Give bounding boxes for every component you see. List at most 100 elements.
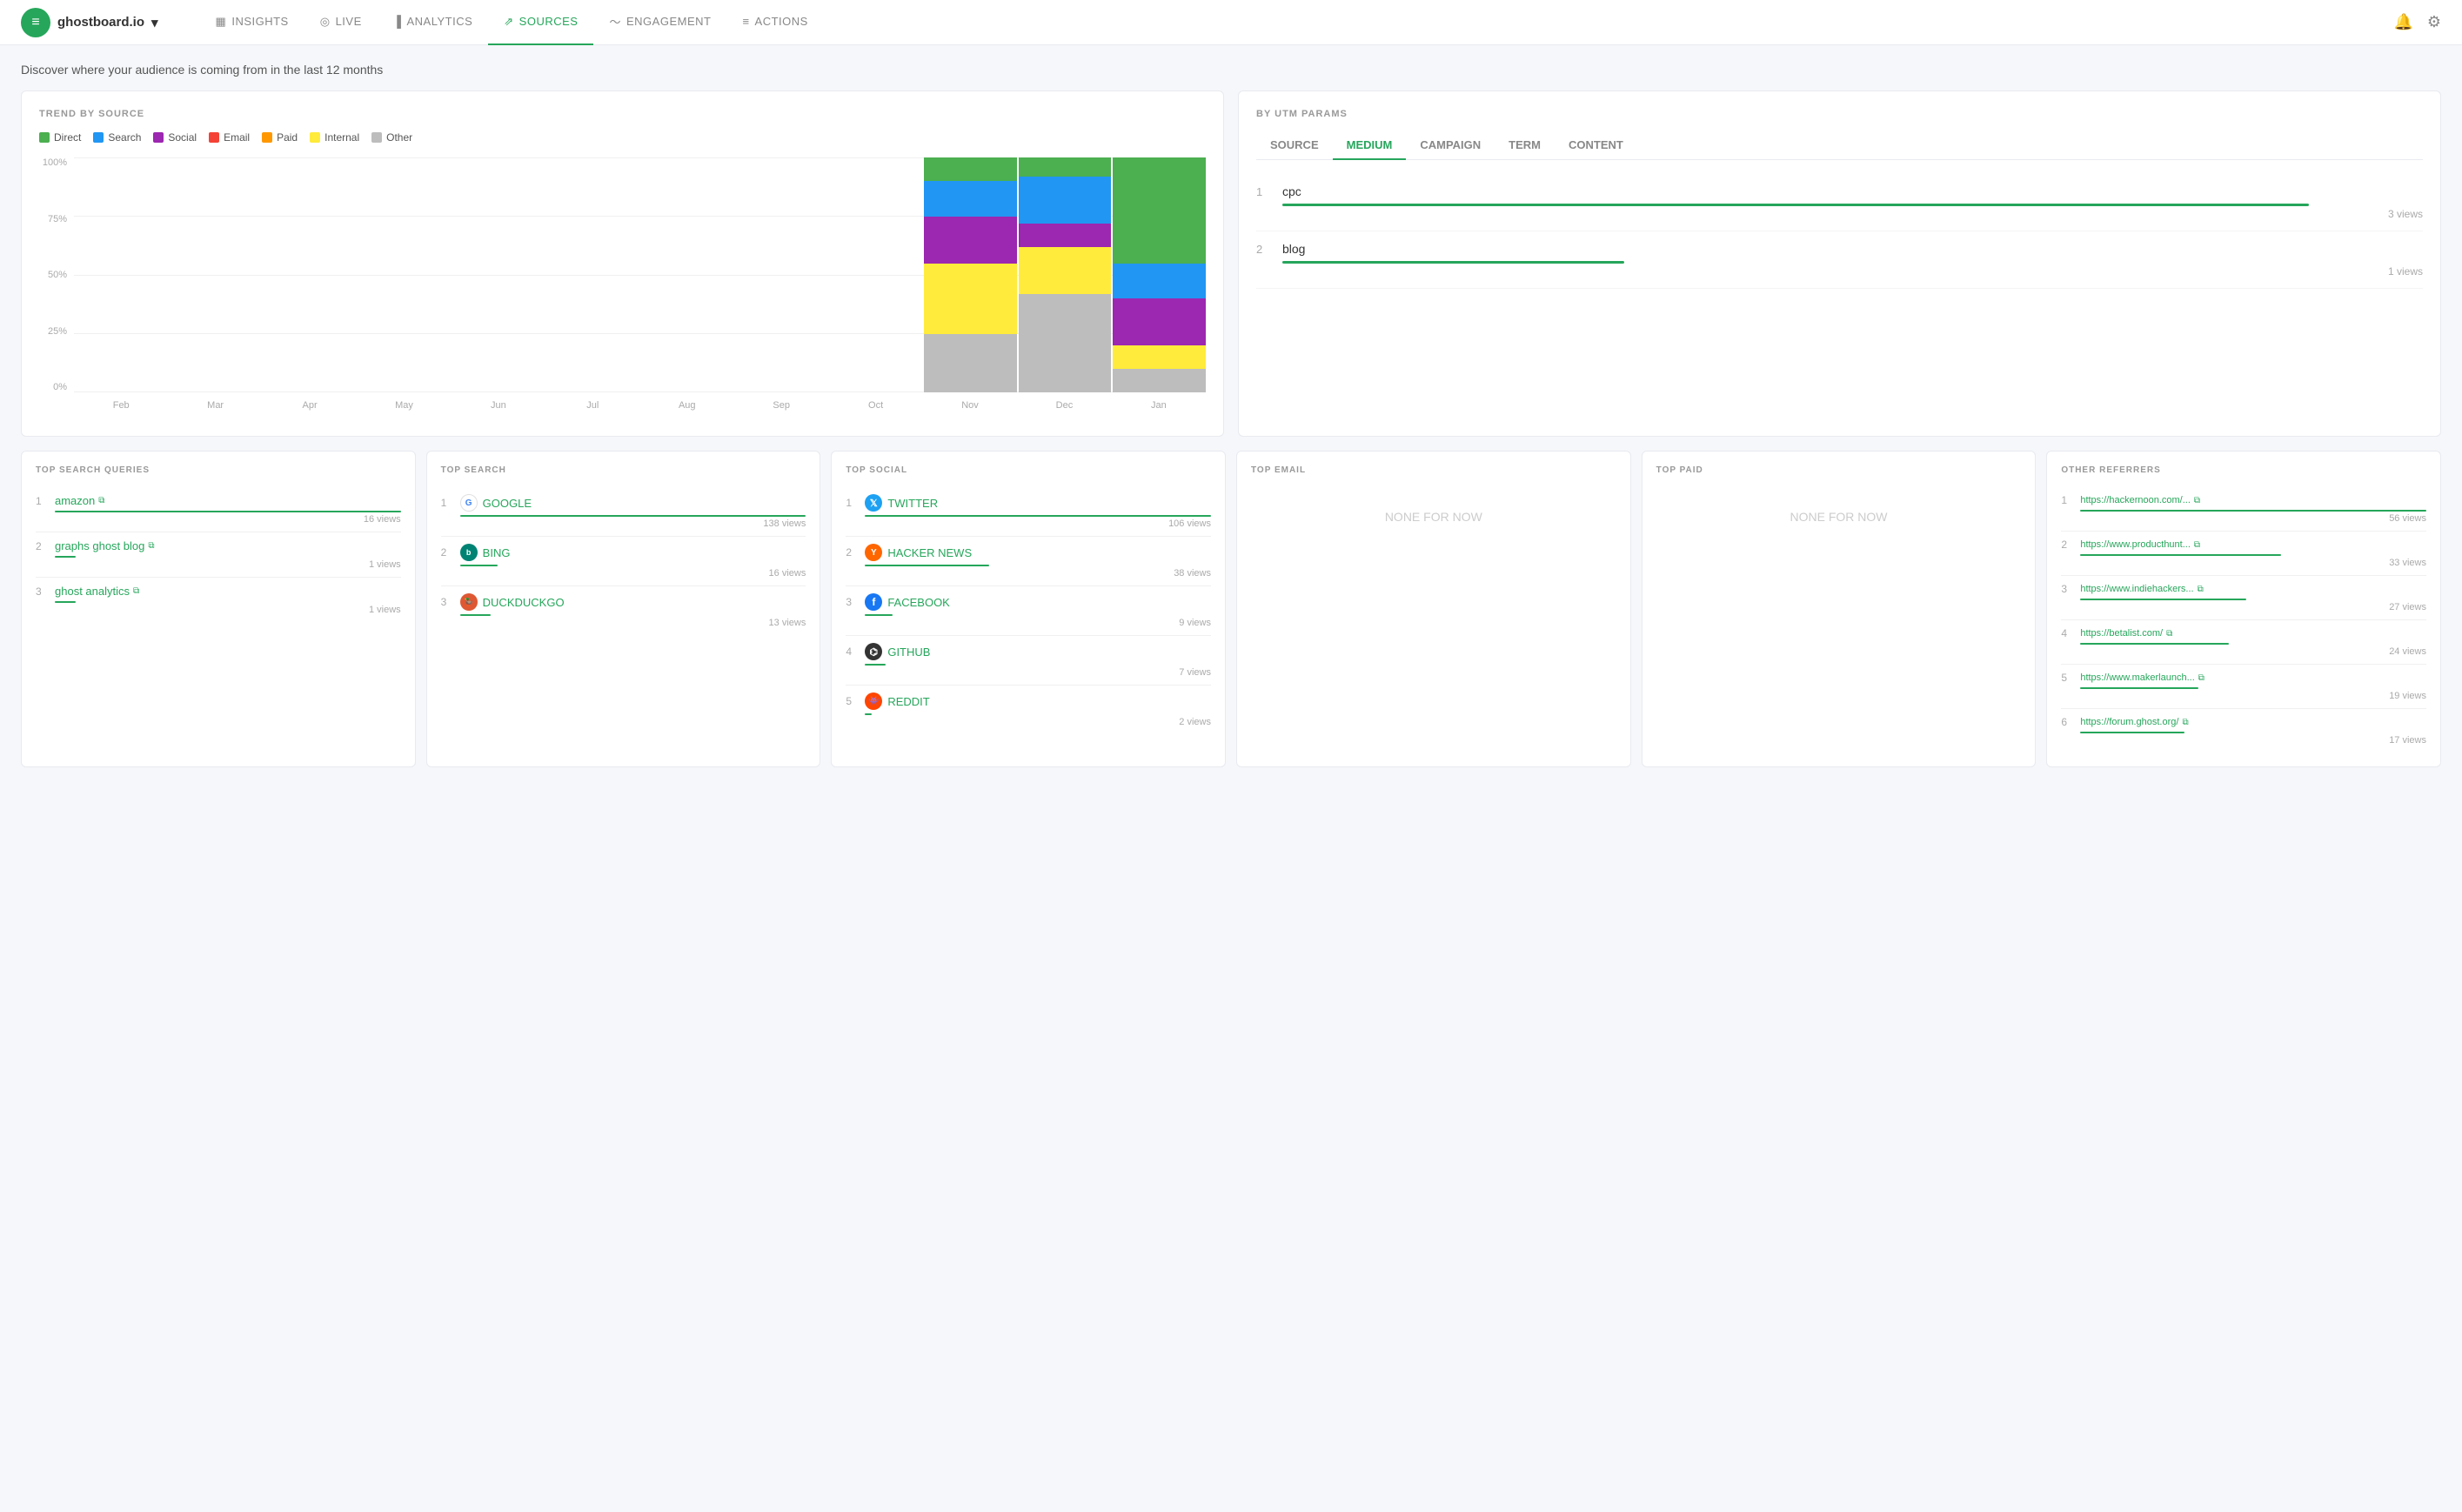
list-item: 6 https://forum.ghost.org/ ⧉ 17 views: [2061, 709, 2426, 753]
item-bar: [460, 515, 806, 517]
legend-item-search: Search: [93, 131, 141, 144]
chart-segment-internal: [1019, 247, 1112, 294]
external-link-icon[interactable]: ⧉: [2194, 496, 2200, 505]
external-link-icon[interactable]: ⧉: [133, 586, 139, 596]
item-bar: [2080, 554, 2281, 556]
notification-bell-icon[interactable]: 🔔: [2393, 13, 2412, 31]
brand[interactable]: ≡ ghostboard.io ▾: [21, 8, 158, 37]
list-item: 1 https://hackernoon.com/... ⧉ 56 views: [2061, 487, 2426, 532]
list-item-num: 2: [441, 546, 455, 559]
nav-item-actions[interactable]: ≡ ACTIONS: [726, 0, 823, 45]
list-item-views: 9 views: [865, 618, 1211, 628]
chart-col: [1019, 157, 1112, 392]
engagement-label: ENGAGEMENT: [626, 15, 711, 28]
list-item-label[interactable]: ghost analytics ⧉: [55, 585, 401, 598]
list-item-label[interactable]: amazon ⧉: [55, 494, 401, 507]
live-icon: ◎: [320, 15, 331, 29]
chart-segment-direct: [924, 157, 1017, 181]
page-subtitle: Discover where your audience is coming f…: [21, 63, 2441, 77]
brand-name: ghostboard.io: [57, 15, 144, 30]
list-item-label[interactable]: https://www.producthunt... ⧉: [2080, 539, 2426, 550]
list-item-num: 2: [846, 546, 860, 559]
nav-item-insights[interactable]: ▦ INSIGHTS: [200, 0, 304, 45]
x-label: Nov: [923, 400, 1017, 411]
reddit-icon: 👾: [865, 692, 882, 710]
list-item-label[interactable]: https://www.makerlaunch... ⧉: [2080, 672, 2426, 683]
y-label: 25%: [48, 326, 67, 337]
item-bar: [55, 556, 76, 558]
nav-item-live[interactable]: ◎ LIVE: [304, 0, 378, 45]
x-label: Aug: [640, 400, 734, 411]
utm-row-num: 1: [1256, 185, 1274, 198]
external-link-icon[interactable]: ⧉: [2198, 673, 2204, 683]
external-link-icon[interactable]: ⧉: [98, 496, 104, 505]
nav-item-engagement[interactable]: 〜 ENGAGEMENT: [593, 0, 726, 45]
list-item: 2 https://www.producthunt... ⧉ 33 views: [2061, 532, 2426, 576]
settings-gear-icon[interactable]: ⚙: [2427, 13, 2441, 31]
utm-row: 1 cpc 3 views: [1256, 174, 2423, 231]
list-item-views: 33 views: [2080, 558, 2426, 568]
legend: DirectSearchSocialEmailPaidInternalOther: [39, 131, 1206, 144]
list-item-label: HACKER NEWS: [887, 546, 1211, 559]
item-bar: [55, 511, 401, 512]
top-email-title: TOP EMAIL: [1251, 465, 1616, 475]
x-label: Feb: [74, 400, 168, 411]
list-item: 3 🦆 DUCKDUCKGO 13 views: [441, 586, 806, 635]
chart-segment-other: [1019, 294, 1112, 392]
trend-title: TREND BY SOURCE: [39, 109, 1206, 119]
legend-item-internal: Internal: [310, 131, 359, 144]
external-link-icon[interactable]: ⧉: [2198, 585, 2204, 594]
list-item-num: 2: [2061, 539, 2075, 551]
utm-tab-campaign[interactable]: CAMPAIGN: [1406, 131, 1495, 160]
external-link-icon[interactable]: ⧉: [2194, 540, 2200, 550]
list-item-views: 19 views: [2080, 691, 2426, 701]
top-social-title: TOP SOCIAL: [846, 465, 1211, 475]
nav-item-sources[interactable]: ⇗ SOURCES: [488, 0, 593, 45]
external-link-icon[interactable]: ⧉: [2182, 718, 2188, 727]
sources-icon: ⇗: [504, 15, 513, 29]
chart-segment-direct: [1019, 157, 1112, 177]
nav-right: 🔔 ⚙: [2393, 13, 2441, 31]
google-icon: G: [460, 494, 478, 512]
sources-label: SOURCES: [519, 15, 579, 28]
utm-tab-term[interactable]: TERM: [1495, 131, 1555, 160]
item-bar: [865, 614, 893, 616]
list-item-num: 5: [2061, 672, 2075, 684]
list-item-views: 106 views: [865, 518, 1211, 529]
legend-item-email: Email: [209, 131, 250, 144]
list-item-label[interactable]: graphs ghost blog ⧉: [55, 539, 401, 552]
utm-rows: 1 cpc 3 views 2 blog 1 views: [1256, 174, 2423, 289]
actions-label: ACTIONS: [755, 15, 808, 28]
list-item-label[interactable]: https://betalist.com/ ⧉: [2080, 628, 2426, 639]
list-item-views: 17 views: [2080, 735, 2426, 746]
list-item-num: 1: [846, 497, 860, 509]
legend-item-paid: Paid: [262, 131, 298, 144]
list-item-num: 6: [2061, 716, 2075, 728]
utm-tab-medium[interactable]: MEDIUM: [1333, 131, 1407, 160]
list-item: 2 Y HACKER NEWS 38 views: [846, 537, 1211, 586]
top-search-card: TOP SEARCH 1 G GOOGLE 138 views 2 b BING…: [426, 451, 821, 767]
list-item-label: BING: [483, 546, 806, 559]
x-label: Sep: [734, 400, 828, 411]
external-link-icon[interactable]: ⧉: [2166, 629, 2172, 639]
live-label: LIVE: [336, 15, 362, 28]
list-item-num: 1: [2061, 494, 2075, 506]
top-social-list: 1 𝕏 TWITTER 106 views 2 Y HACKER NEWS 38…: [846, 487, 1211, 734]
utm-tab-content[interactable]: CONTENT: [1555, 131, 1637, 160]
x-label: May: [357, 400, 451, 411]
list-item-label[interactable]: https://forum.ghost.org/ ⧉: [2080, 717, 2426, 727]
y-label: 75%: [48, 214, 67, 224]
list-item-num: 4: [2061, 627, 2075, 639]
list-item-label[interactable]: https://www.indiehackers... ⧉: [2080, 584, 2426, 594]
utm-row-label: blog: [1282, 242, 2423, 256]
list-item: 5 👾 REDDIT 2 views: [846, 686, 1211, 734]
utm-tab-source[interactable]: SOURCE: [1256, 131, 1333, 160]
external-link-icon[interactable]: ⧉: [148, 541, 154, 551]
list-item-label[interactable]: https://hackernoon.com/... ⧉: [2080, 495, 2426, 505]
chart-segment-internal: [1113, 345, 1206, 369]
github-icon: ⌬: [865, 643, 882, 660]
list-item-label: GOOGLE: [483, 497, 806, 510]
list-item: 3 f FACEBOOK 9 views: [846, 586, 1211, 636]
nav-item-analytics[interactable]: ▐ ANALYTICS: [378, 0, 489, 45]
list-item: 1 𝕏 TWITTER 106 views: [846, 487, 1211, 537]
